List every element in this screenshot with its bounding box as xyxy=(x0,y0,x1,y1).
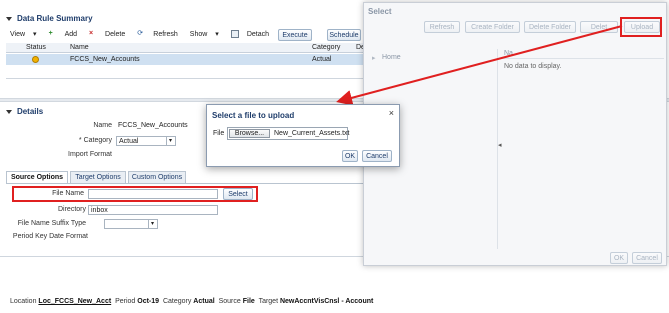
file-picker: Browse... New_Current_Assets.txt xyxy=(227,127,350,140)
delete-button[interactable]: Delet xyxy=(580,21,618,33)
add-button[interactable]: + Add xyxy=(49,30,83,38)
select-panel-title: Select xyxy=(368,7,392,16)
delete-button[interactable]: × Delete xyxy=(89,30,131,38)
close-icon[interactable]: × xyxy=(389,108,394,118)
tree-home[interactable]: Home xyxy=(382,54,401,61)
file-table-header: Na xyxy=(502,49,664,59)
selected-file-name: New_Current_Assets.txt xyxy=(274,130,350,137)
chevron-down-icon: ▾ xyxy=(215,31,219,38)
ok-button[interactable]: OK xyxy=(610,252,628,264)
chevron-down-icon: ▾ xyxy=(33,31,37,38)
detach-icon xyxy=(230,30,239,38)
chevron-down-icon: ▾ xyxy=(148,220,156,228)
refresh-icon: ⟳ xyxy=(137,30,144,37)
dialog-title: Select a file to upload xyxy=(212,111,295,120)
name-value: FCCS_New_Accounts xyxy=(118,122,188,129)
empty-message: No data to display. xyxy=(504,63,562,70)
row-name: FCCS_New_Accounts xyxy=(70,56,140,63)
highlight-upload xyxy=(620,17,662,37)
column-name[interactable]: Name xyxy=(70,44,89,51)
upload-dialog: Select a file to upload × File Browse...… xyxy=(206,104,400,167)
view-menu[interactable]: View ▾ xyxy=(10,30,43,39)
summary-grid-header: Status Name Category De xyxy=(6,43,365,53)
highlight-file-name xyxy=(12,186,258,202)
cancel-button[interactable]: Cancel xyxy=(632,252,662,264)
detach-button[interactable]: Detach xyxy=(230,30,275,38)
select-panel: Select Refresh Create Folder Delete Fold… xyxy=(363,2,667,266)
tree-expand-icon[interactable]: ▸ xyxy=(372,54,376,62)
category-label: * Category xyxy=(78,137,112,144)
file-name-suffix-label: File Name Suffix Type xyxy=(17,220,86,227)
file-table: Na No data to display. xyxy=(502,49,664,249)
section-title: Data Rule Summary xyxy=(16,14,93,23)
chevron-down-icon: ▾ xyxy=(166,137,174,145)
data-rule-summary-header[interactable]: Data Rule Summary xyxy=(6,14,93,23)
file-label: File xyxy=(213,130,225,137)
ok-button[interactable]: OK xyxy=(342,150,358,162)
delete-icon: × xyxy=(89,30,94,37)
directory-field[interactable]: inbox xyxy=(88,205,218,215)
summary-toolbar: View ▾ + Add × Delete ⟳ Refresh Show ▾ D… xyxy=(10,30,281,38)
row-category: Actual xyxy=(312,56,332,63)
file-name-suffix-select[interactable]: ▾ xyxy=(104,219,158,229)
status-icon xyxy=(32,56,39,63)
details-header[interactable]: Details xyxy=(6,107,43,116)
location-link[interactable]: Loc_FCCS_New_Acct xyxy=(38,298,111,305)
tab-custom-options[interactable]: Custom Options xyxy=(128,171,186,183)
refresh-button[interactable]: ⟳ Refresh xyxy=(137,30,184,38)
status-bar: Location Loc_FCCS_New_Acct Period Oct-19… xyxy=(10,298,374,305)
refresh-button[interactable]: Refresh xyxy=(424,21,460,33)
create-folder-button[interactable]: Create Folder xyxy=(465,21,520,33)
schedule-button[interactable]: Schedule xyxy=(327,29,361,41)
table-row[interactable]: FCCS_New_Accounts Actual xyxy=(6,54,363,65)
column-status[interactable]: Status xyxy=(26,44,46,51)
execute-button[interactable]: Execute xyxy=(278,29,312,41)
name-label: Name xyxy=(93,122,112,129)
browse-button[interactable]: Browse... xyxy=(229,129,270,138)
column-category[interactable]: Category xyxy=(312,44,340,51)
collapse-icon[interactable] xyxy=(6,110,12,115)
period-key-label: Period Key Date Format xyxy=(12,233,88,240)
category-select[interactable]: Actual ▾ xyxy=(116,136,176,146)
splitter-handle-icon[interactable]: ◂ xyxy=(498,141,502,149)
collapse-icon[interactable] xyxy=(6,17,12,22)
cancel-button[interactable]: Cancel xyxy=(362,150,392,162)
show-menu[interactable]: Show ▾ xyxy=(190,30,225,39)
tab-target-options[interactable]: Target Options xyxy=(70,171,126,183)
delete-folder-button[interactable]: Delete Folder xyxy=(524,21,576,33)
import-format-label: Import Format xyxy=(68,151,112,158)
grid-bottom-line xyxy=(6,78,363,79)
directory-label: Directory xyxy=(57,206,86,213)
column-name[interactable]: Na xyxy=(504,50,513,57)
plus-icon: + xyxy=(48,30,53,37)
details-title: Details xyxy=(16,107,44,116)
tab-source-options[interactable]: Source Options xyxy=(6,171,68,183)
